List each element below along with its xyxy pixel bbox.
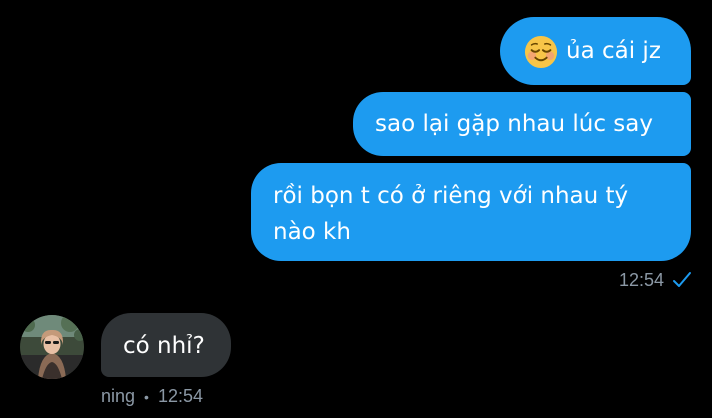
meta-separator: • [144,389,149,405]
sender-name[interactable]: ning [101,386,135,406]
outgoing-message-3[interactable]: rồi bọn t có ở riêng với nhau tý nào kh [251,163,691,261]
message-time: 12:54 [618,269,664,290]
message-text: có nhỉ? [123,333,205,359]
message-text: rồi bọn t có ở riêng với nhau tý nào kh [273,183,629,245]
sent-check-icon [673,272,691,287]
message-text: ủa cái jz [566,38,661,64]
sender-avatar[interactable] [20,315,84,379]
incoming-message-meta: ning • 12:54 [101,386,203,407]
outgoing-message-2[interactable]: sao lại gặp nhau lúc say [353,92,691,156]
message-time: 12:54 [157,386,204,406]
user-avatar-photo [20,315,84,379]
outgoing-message-1[interactable]: ủa cái jz [500,17,691,85]
outgoing-message-meta: 12:54 [619,268,692,292]
smiling-face-icon [524,35,558,69]
incoming-message[interactable]: có nhỉ? [101,313,231,377]
message-text: sao lại gặp nhau lúc say [375,111,653,137]
